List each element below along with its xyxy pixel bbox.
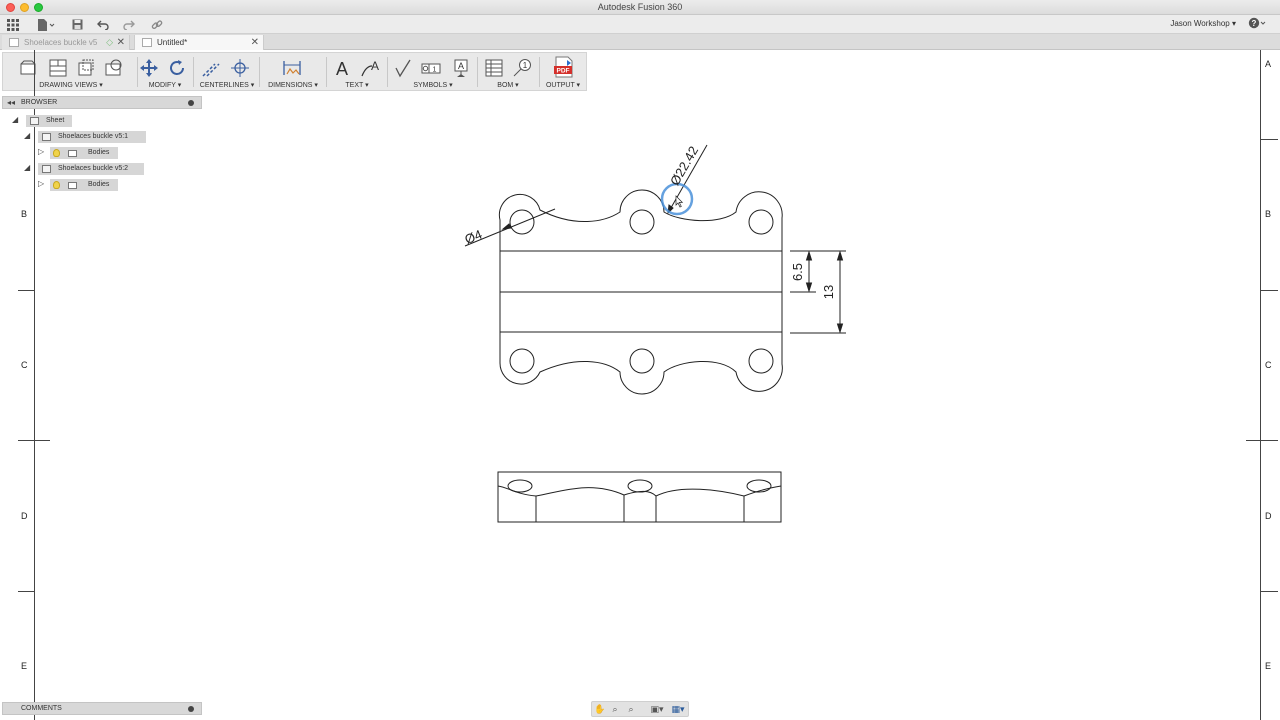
sheet-settings-icon[interactable]: ▦▾	[669, 704, 687, 715]
hole	[748, 209, 774, 235]
hole	[509, 209, 535, 235]
fusion-app-window: Autodesk Fusion 360 Jason Workshop ▾ ? S	[0, 0, 1280, 720]
mouse-cursor-icon	[675, 195, 684, 208]
top-view-outline	[498, 189, 783, 250]
dimension-arrowhead	[836, 323, 844, 334]
arc-diameter-label: Ø22.42	[667, 144, 701, 188]
hole	[629, 209, 655, 235]
full-height-label: 13	[821, 285, 836, 299]
zoom-icon[interactable]: ⌕	[609, 704, 621, 715]
navigation-bar: ✋ ⌕ ⌕ ▣▾ ▦▾	[591, 701, 689, 717]
dimension-arrowhead	[805, 282, 813, 293]
front-view-profile	[497, 485, 782, 497]
front-view-hole	[507, 479, 533, 493]
display-settings-icon[interactable]: ▣▾	[648, 704, 666, 715]
pan-icon[interactable]: ✋	[594, 704, 606, 715]
front-view-hole	[746, 479, 772, 493]
hole	[629, 348, 655, 374]
comments-title: COMMENTS	[21, 705, 62, 712]
front-view-outline	[497, 471, 782, 523]
hole	[748, 348, 774, 374]
drawing-sheet-canvas[interactable]: Ø4 Ø22.42 6.5 13	[0, 0, 1280, 720]
hole	[509, 348, 535, 374]
panel-options-icon[interactable]	[188, 706, 194, 712]
dimension-arrowhead	[805, 250, 813, 261]
hole-diameter-label: Ø4	[462, 227, 484, 247]
front-view-hole	[627, 479, 653, 493]
comments-panel-header[interactable]: COMMENTS	[2, 702, 202, 715]
top-view-outline-bottom	[499, 333, 783, 395]
dimension-arrowhead	[836, 250, 844, 261]
dimension-arrowhead	[501, 223, 512, 230]
half-height-label: 6.5	[790, 263, 805, 281]
zoom-window-icon[interactable]: ⌕	[625, 704, 637, 715]
